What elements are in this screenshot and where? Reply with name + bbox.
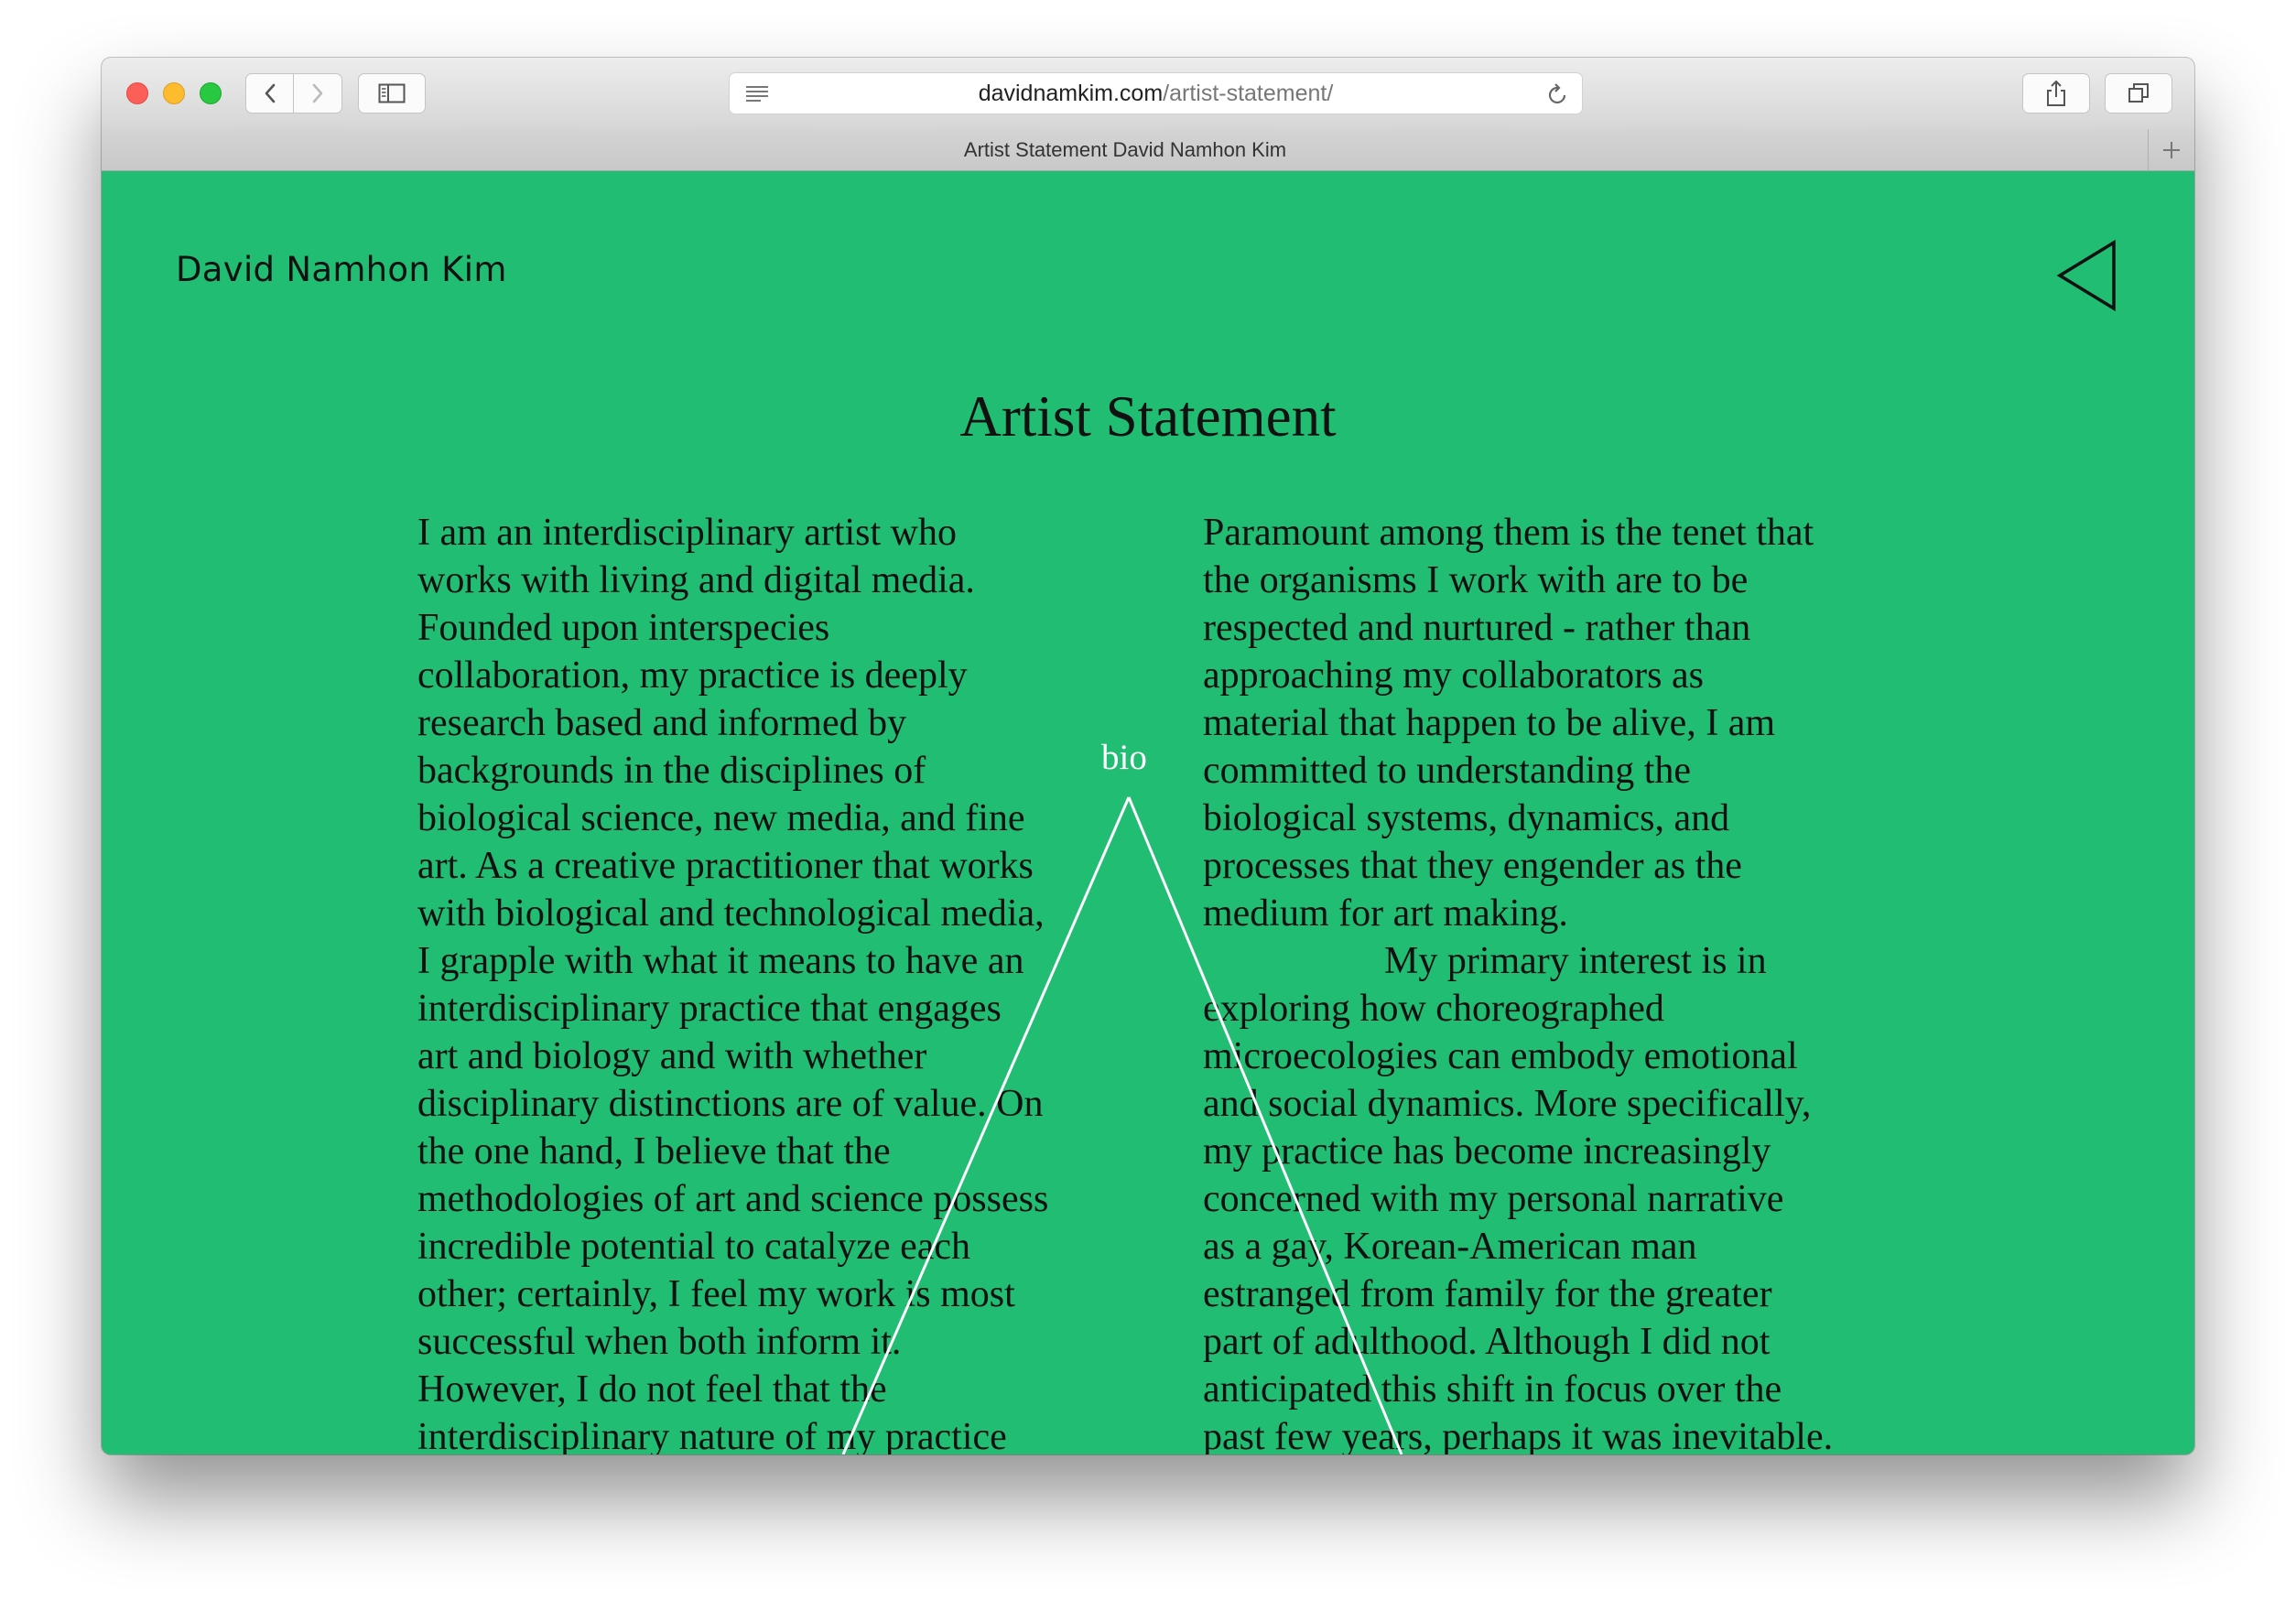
navigation-buttons: [245, 73, 343, 114]
page-title: Artist Statement: [959, 384, 1337, 449]
text-line: with biological and technological media,: [417, 892, 1045, 935]
text-line: microecologies can embody emotional: [1203, 1035, 1798, 1077]
text-line: other; certainly, I feel my work is most: [417, 1273, 1015, 1315]
reload-icon[interactable]: [1547, 82, 1569, 106]
text-line: interdisciplinary nature of my practice: [417, 1416, 1007, 1454]
text-line: backgrounds in the disciplines of: [417, 750, 926, 792]
text-line: respected and nurtured - rather than: [1203, 607, 1751, 649]
tab-bar: Artist Statement David Namhon Kim: [102, 129, 2194, 171]
tab-overview-button[interactable]: [2105, 73, 2172, 114]
statement-column-2: Paramount among them is the tenet that t…: [1203, 509, 1899, 1454]
statement-paragraph: My primary interest is in exploring how …: [1203, 937, 1899, 1454]
text-line: processes that they engender as the: [1203, 845, 1742, 887]
text-line: Paramount among them is the tenet that: [1203, 512, 1814, 554]
text-line: part of adulthood. Although I did not: [1203, 1321, 1771, 1363]
url-path: /artist-statement/: [1163, 81, 1334, 106]
text-line: concerned with my personal narrative: [1203, 1178, 1784, 1220]
back-triangle-icon[interactable]: [2055, 239, 2119, 312]
text-line: successful when both inform it.: [417, 1321, 902, 1363]
tabs-overview-icon: [2128, 83, 2149, 103]
text-line: incredible potential to catalyze each: [417, 1226, 971, 1268]
text-line: approaching my collaborators as: [1203, 654, 1704, 697]
text-line: exploring how choreographed: [1203, 988, 1664, 1030]
text-line: methodologies of art and science possess: [417, 1178, 1049, 1220]
text-line: the organisms I work with are to be: [1203, 559, 1749, 601]
text-line: My primary interest is in: [1384, 940, 1767, 982]
text-line: and social dynamics. More specifically,: [1203, 1083, 1812, 1125]
text-line: I am an interdisciplinary artist who: [417, 512, 958, 554]
forward-button[interactable]: [294, 73, 342, 114]
url-text[interactable]: davidnamkim.com/artist-statement/: [730, 73, 1582, 114]
statement-column-1: I am an interdisciplinary artist who wor…: [417, 509, 1113, 1454]
bio-link[interactable]: bio: [1101, 737, 1147, 778]
text-line: the one hand, I believe that the: [417, 1130, 891, 1173]
text-line: medium for art making.: [1203, 892, 1568, 935]
back-chevron-icon: [265, 83, 275, 103]
share-button[interactable]: [2022, 73, 2090, 114]
statement-paragraph: Paramount among them is the tenet that t…: [1203, 509, 1899, 937]
text-line: art and biology and with whether: [417, 1035, 927, 1077]
text-line: However, I do not feel that the: [417, 1368, 887, 1411]
text-line: disciplinary distinctions are of value. …: [417, 1083, 1044, 1125]
text-line: interdisciplinary practice that engages: [417, 988, 1002, 1030]
text-line: collaboration, my practice is deeply: [417, 654, 968, 697]
maximize-window-button[interactable]: [200, 82, 222, 104]
browser-window: davidnamkim.com/artist-statement/ Artist…: [102, 58, 2194, 1454]
tab-title[interactable]: Artist Statement David Namhon Kim: [102, 129, 2149, 171]
sidebar-toggle-button[interactable]: [358, 73, 426, 114]
text-line: anticipated this shift in focus over the: [1203, 1368, 1782, 1411]
text-line: I grapple with what it means to have an: [417, 940, 1024, 982]
text-line: as a gay, Korean-American man: [1203, 1226, 1697, 1268]
text-line: research based and informed by: [417, 702, 907, 744]
text-line: past few years, perhaps it was inevitabl…: [1203, 1416, 1834, 1454]
browser-toolbar: davidnamkim.com/artist-statement/: [102, 58, 2194, 130]
share-icon: [2047, 80, 2065, 106]
address-bar[interactable]: davidnamkim.com/artist-statement/: [729, 72, 1583, 114]
text-line: art. As a creative practitioner that wor…: [417, 845, 1034, 887]
new-tab-button[interactable]: [2148, 129, 2194, 170]
text-line: estranged from family for the greater: [1203, 1273, 1772, 1315]
page-content: David Namhon Kim Artist Statement I am a…: [102, 171, 2194, 1454]
text-line: biological science, new media, and fine: [417, 797, 1025, 839]
forward-chevron-icon: [312, 83, 323, 103]
close-window-button[interactable]: [126, 82, 148, 104]
text-line: material that happen to be alive, I am: [1203, 702, 1776, 744]
new-tab-plus-icon: [2163, 141, 2180, 158]
text-line: my practice has become increasingly: [1203, 1130, 1771, 1173]
sidebar-icon: [378, 83, 406, 103]
text-line: committed to understanding the: [1203, 750, 1692, 792]
text-line: Founded upon interspecies: [417, 607, 830, 649]
back-button[interactable]: [245, 73, 294, 114]
site-name-link[interactable]: David Namhon Kim: [176, 250, 507, 289]
url-domain: davidnamkim.com: [978, 81, 1164, 106]
minimize-window-button[interactable]: [163, 82, 185, 104]
text-line: biological systems, dynamics, and: [1203, 797, 1730, 839]
statement-paragraph: I am an interdisciplinary artist who wor…: [417, 509, 1113, 1454]
text-line: works with living and digital media.: [417, 559, 975, 601]
